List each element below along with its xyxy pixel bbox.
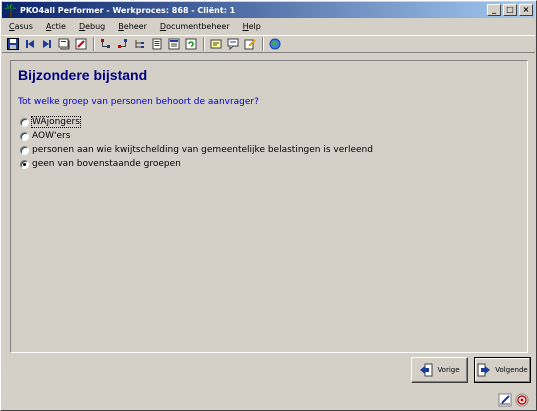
- application-window: PKO4all Performer - Werkproces: 868 - Cl…: [0, 0, 537, 411]
- tree-expand-icon: [101, 39, 110, 48]
- radio-aowers[interactable]: [20, 131, 29, 141]
- tree-collapse-icon: [118, 39, 127, 48]
- option-label: AOW'ers: [32, 131, 71, 141]
- next-record-button[interactable]: [39, 37, 55, 52]
- save-icon: [7, 38, 19, 50]
- message-button[interactable]: [225, 37, 241, 52]
- option-label: geen van bovenstaande groepen: [32, 159, 181, 169]
- refresh-icon: [185, 38, 197, 50]
- palm-tree-icon: [4, 3, 17, 17]
- next-button[interactable]: Volgende: [474, 357, 531, 383]
- minimize-icon: _: [492, 5, 496, 14]
- next-label: Volgende: [495, 366, 528, 374]
- edit-note-button[interactable]: [242, 37, 258, 52]
- maximize-button[interactable]: □: [503, 4, 517, 16]
- globe-icon: [269, 38, 281, 50]
- option-geen[interactable]: geen van bovenstaande groepen: [20, 157, 373, 171]
- option-kwijtschelding[interactable]: personen aan wie kwijtschelding van geme…: [20, 143, 373, 157]
- page-title: Bijzondere bijstand: [18, 67, 148, 83]
- next-arrow-icon: [477, 363, 491, 377]
- edit-button[interactable]: [73, 37, 89, 52]
- toolbar: [2, 35, 535, 53]
- document-icon: [152, 38, 162, 50]
- option-group: WAjongers AOW'ers personen aan wie kwijt…: [20, 115, 373, 171]
- menu-debug[interactable]: Debug: [72, 22, 111, 31]
- option-label: personen aan wie kwijtschelding van geme…: [32, 145, 373, 155]
- previous-label: Vorige: [437, 366, 460, 374]
- tree-structure-icon: [135, 40, 144, 48]
- next-record-icon: [43, 40, 51, 48]
- question-label: Tot welke groep van personen behoort de …: [18, 97, 259, 107]
- toolbar-separator: [262, 37, 264, 51]
- status-bar: [2, 391, 535, 409]
- first-record-button[interactable]: [22, 37, 38, 52]
- radio-geen[interactable]: [20, 159, 29, 169]
- previous-arrow-icon: [420, 363, 433, 377]
- menu-help[interactable]: Help: [236, 22, 267, 31]
- radio-wajongers[interactable]: [20, 117, 29, 127]
- note-icon: [210, 39, 222, 49]
- radio-kwijtschelding[interactable]: [20, 145, 29, 155]
- message-icon: [227, 38, 239, 50]
- navigation-panel: Vorige Volgende: [10, 357, 531, 387]
- window-title: PKO4all Performer - Werkproces: 868 - Cl…: [20, 5, 236, 15]
- note-button[interactable]: [208, 37, 224, 52]
- minimize-button[interactable]: _: [487, 4, 501, 16]
- tree-collapse-button[interactable]: [115, 37, 131, 52]
- option-label: WAjongers: [31, 116, 81, 128]
- list-icon: [168, 38, 180, 50]
- edit-icon: [75, 38, 87, 50]
- document-button[interactable]: [149, 37, 165, 52]
- first-record-icon: [26, 40, 34, 48]
- option-aowers[interactable]: AOW'ers: [20, 129, 373, 143]
- close-icon: ×: [522, 5, 530, 14]
- globe-button[interactable]: [267, 37, 283, 52]
- menu-beheer[interactable]: Beheer: [111, 22, 153, 31]
- view-button[interactable]: [56, 37, 72, 52]
- signature-icon[interactable]: [498, 393, 512, 407]
- save-button[interactable]: [5, 37, 21, 52]
- close-button[interactable]: ×: [519, 4, 533, 16]
- view-icon: [58, 38, 70, 50]
- edit-note-icon: [244, 39, 256, 50]
- record-icon[interactable]: [515, 393, 529, 407]
- toolbar-separator: [203, 37, 205, 51]
- title-bar[interactable]: PKO4all Performer - Werkproces: 868 - Cl…: [2, 2, 535, 18]
- option-wajongers[interactable]: WAjongers: [20, 115, 373, 129]
- toolbar-separator: [93, 37, 95, 51]
- list-button[interactable]: [166, 37, 182, 52]
- previous-button[interactable]: Vorige: [411, 357, 468, 383]
- refresh-button[interactable]: [183, 37, 199, 52]
- content-panel: Bijzondere bijstand Tot welke groep van …: [10, 60, 528, 353]
- menu-casus[interactable]: Casus: [2, 22, 39, 31]
- menu-documentbeheer[interactable]: Documentbeheer: [153, 22, 236, 31]
- tree-expand-button[interactable]: [98, 37, 114, 52]
- menu-actie[interactable]: Actie: [39, 22, 72, 31]
- tree-structure-button[interactable]: [132, 37, 148, 52]
- maximize-icon: □: [506, 5, 514, 14]
- menu-bar: Casus Actie Debug Beheer Documentbeheer …: [2, 19, 535, 34]
